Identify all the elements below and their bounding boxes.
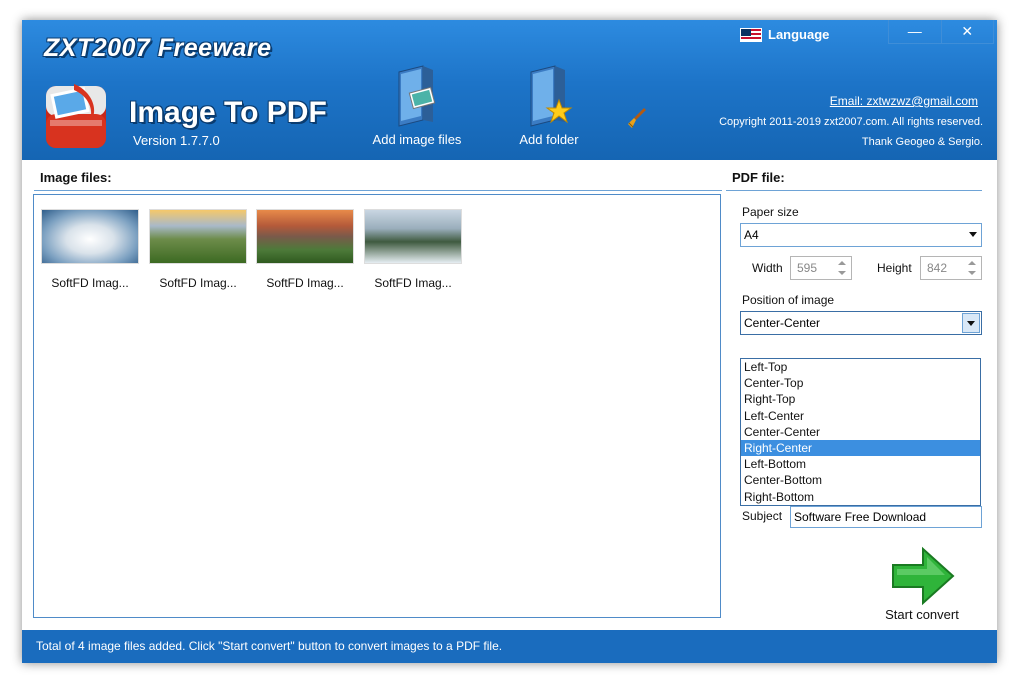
position-option[interactable]: Center-Top <box>741 375 980 391</box>
image-thumbnail-label: SoftFD Imag... <box>159 276 237 290</box>
position-dropdown-list[interactable]: Left-Top Center-Top Right-Top Left-Cente… <box>740 358 981 506</box>
header-banner: ZXT2007 Freeware Image To PDF Version 1.… <box>22 20 997 160</box>
position-option[interactable]: Right-Top <box>741 391 980 407</box>
add-folder-button[interactable]: Add folder <box>499 64 599 152</box>
subject-label: Subject <box>742 509 783 523</box>
image-thumbnail-label: SoftFD Imag... <box>374 276 452 290</box>
start-convert-button[interactable]: Start convert <box>867 545 977 630</box>
position-option[interactable]: Left-Center <box>741 408 980 424</box>
window-controls: — ✕ <box>888 20 994 44</box>
height-stepper[interactable]: 842 <box>920 256 982 280</box>
width-label: Width <box>752 261 783 275</box>
add-image-files-button[interactable]: Add image files <box>367 64 467 152</box>
status-bar: Total of 4 image files added. Click "Sta… <box>22 630 997 663</box>
image-thumbnail-label: SoftFD Imag... <box>266 276 344 290</box>
green-arrow-icon <box>892 546 955 606</box>
minimize-button[interactable]: — <box>889 20 942 43</box>
image-files-divider <box>34 190 722 191</box>
position-option[interactable]: Left-Bottom <box>741 456 980 472</box>
image-thumbnail-item[interactable]: SoftFD Imag... <box>40 209 140 290</box>
brand-title: ZXT2007 Freeware <box>44 34 272 62</box>
email-link[interactable]: Email: zxtwzwz@gmail.com <box>830 94 978 108</box>
language-label: Language <box>768 27 830 42</box>
position-value: Center-Center <box>744 316 821 330</box>
image-thumbnail <box>256 209 354 264</box>
add-image-files-label: Add image files <box>372 132 462 147</box>
paper-size-label: Paper size <box>742 205 799 219</box>
pdf-file-heading: PDF file: <box>732 170 785 185</box>
paper-size-select[interactable]: A4 <box>740 223 982 247</box>
position-option[interactable]: Center-Center <box>741 424 980 440</box>
language-button[interactable]: Language <box>740 27 829 42</box>
clear-list-icon[interactable] <box>626 106 648 130</box>
image-thumbnail-item[interactable]: SoftFD Imag... <box>148 209 248 290</box>
add-image-files-icon <box>398 65 436 127</box>
position-select[interactable]: Center-Center <box>740 311 982 335</box>
image-thumbnail-item[interactable]: SoftFD Imag... <box>363 209 463 290</box>
us-flag-icon <box>740 27 762 42</box>
width-stepper[interactable]: 595 <box>790 256 852 280</box>
start-convert-label: Start convert <box>885 607 959 622</box>
paper-size-value: A4 <box>744 228 759 242</box>
spin-arrows-icon[interactable] <box>966 259 978 277</box>
position-option-highlighted[interactable]: Right-Center <box>741 439 980 457</box>
thanks-text: Thank Geogeo & Sergio. <box>861 136 983 148</box>
image-thumbnail <box>364 209 462 264</box>
chevron-down-icon <box>969 232 977 237</box>
close-button[interactable]: ✕ <box>942 20 994 43</box>
app-window: ZXT2007 Freeware Image To PDF Version 1.… <box>22 20 997 663</box>
position-option[interactable]: Right-Bottom <box>741 489 980 505</box>
position-label: Position of image <box>742 293 835 307</box>
height-label: Height <box>877 261 912 275</box>
image-thumbnail <box>149 209 247 264</box>
main-content: Image files: SoftFD Imag... SoftFD Imag.… <box>22 160 997 630</box>
image-thumbnail <box>41 209 139 264</box>
height-value: 842 <box>927 261 948 275</box>
version-label: Version 1.7.7.0 <box>133 133 220 148</box>
position-option[interactable]: Center-Bottom <box>741 472 980 488</box>
position-option[interactable]: Left-Top <box>741 359 980 375</box>
chevron-down-icon[interactable] <box>962 313 980 333</box>
subject-input[interactable]: Software Free Download <box>790 506 982 528</box>
app-title: Image To PDF <box>129 96 327 129</box>
copyright-text: Copyright 2011-2019 zxt2007.com. All rig… <box>719 116 983 128</box>
pdf-file-divider <box>726 190 982 191</box>
add-folder-label: Add folder <box>519 132 579 147</box>
spin-arrows-icon[interactable] <box>836 259 848 277</box>
image-list-panel[interactable]: SoftFD Imag... SoftFD Imag... SoftFD Ima… <box>33 194 721 618</box>
width-value: 595 <box>797 261 818 275</box>
image-thumbnail-item[interactable]: SoftFD Imag... <box>255 209 355 290</box>
image-thumbnail-label: SoftFD Imag... <box>51 276 129 290</box>
app-logo-icon <box>46 84 106 148</box>
add-folder-icon <box>530 65 573 127</box>
image-files-heading: Image files: <box>40 170 112 185</box>
